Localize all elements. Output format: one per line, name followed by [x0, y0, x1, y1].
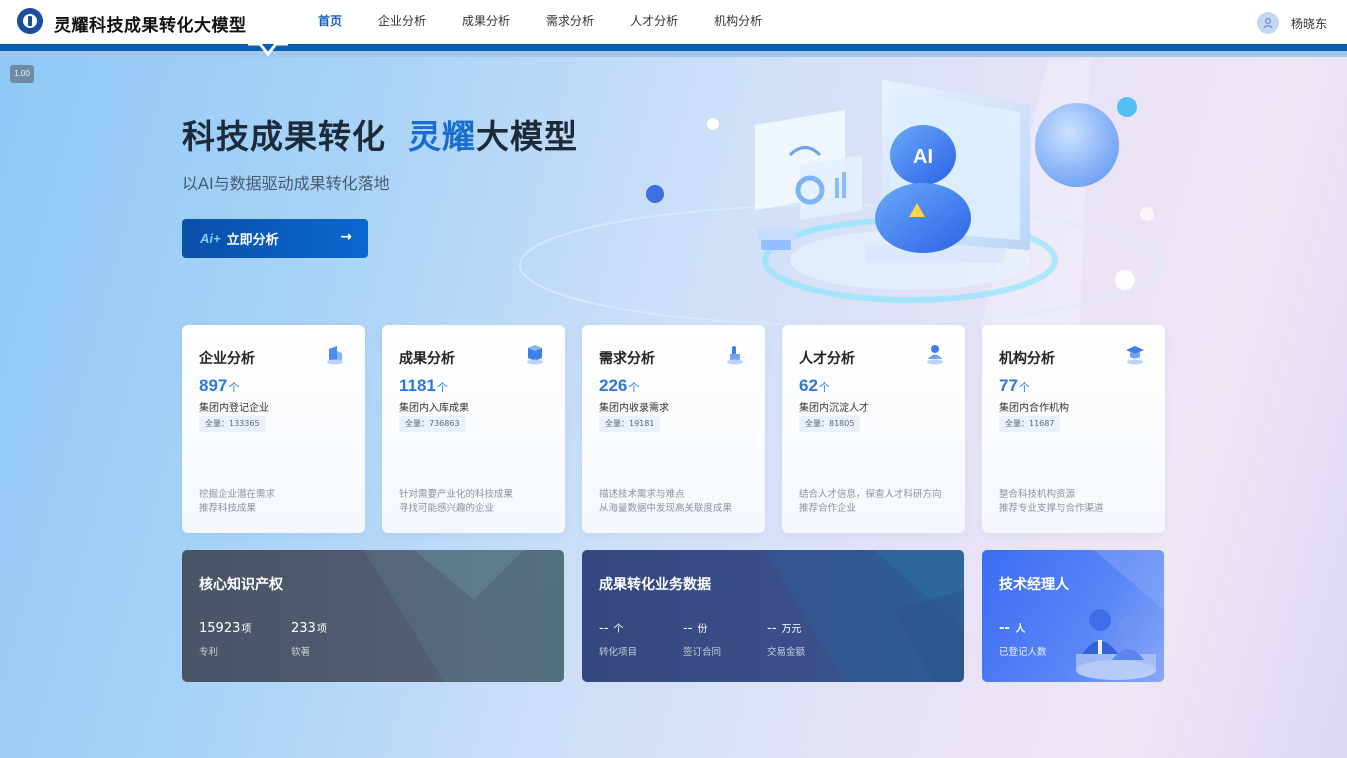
- card-description: 结合人才信息，探查人才科研方向 推荐合作企业: [799, 489, 942, 514]
- card-institution-analysis[interactable]: 机构分析 77个 集团内合作机构 全量：11687 整合科技机构资源 推荐专业支撑…: [982, 325, 1165, 533]
- hero-title-accent: 灵耀: [408, 117, 476, 156]
- card-enterprise-analysis[interactable]: 企业分析 897个 集团内登记企业 全量：133365 挖掘企业潜在需求 推荐科技…: [182, 325, 365, 533]
- cta-label: 立即分析: [226, 233, 279, 248]
- card-total-badge: 全量：11687: [999, 416, 1061, 432]
- nav-item-demand[interactable]: 需求分析: [528, 0, 612, 44]
- card-description: 挖掘企业潜在需求 推荐科技成果: [199, 489, 276, 514]
- nav-item-home[interactable]: 首页: [300, 0, 360, 44]
- user-menu[interactable]: 杨晓东: [1256, 12, 1327, 34]
- card-total-badge: 全量：736863: [399, 416, 466, 432]
- card-label: 集团内登记企业: [199, 403, 269, 414]
- panel-title: 核心知识产权: [199, 577, 283, 593]
- hero-title-part-b: 大模型: [476, 117, 578, 156]
- card-demand-analysis[interactable]: 需求分析 226个 集团内收录需求 全量：19181 描述技术需求与难点 从海量数…: [582, 325, 765, 533]
- card-talent-analysis[interactable]: 人才分析 62个 集团内沉淀人才 全量：81805 结合人才信息，探查人才科研方…: [782, 325, 965, 533]
- avatar[interactable]: [1256, 12, 1279, 34]
- card-total-badge: 全量：133365: [199, 416, 266, 432]
- nav-item-achievement[interactable]: 成果分析: [444, 0, 528, 44]
- zoom-badge: 1.00: [10, 65, 34, 83]
- stat-signed-contracts: -- 份 签订合同: [683, 621, 722, 658]
- header-band: [0, 44, 1347, 51]
- hand-icon: [727, 346, 743, 365]
- hero-title-part-a: 科技成果转化: [182, 117, 386, 156]
- panel-core-ip[interactable]: 核心知识产权 15923项 专利 233项 软著: [182, 550, 564, 682]
- panel-business-data[interactable]: 成果转化业务数据 -- 个 转化项目 -- 份 签订合同 -- 万元 交易金额: [582, 550, 964, 682]
- card-achievement-analysis[interactable]: 成果分析 1181个 集团内入库成果 全量：736863 针对需要产业化的科技成…: [382, 325, 565, 533]
- stat-registered-count: -- 人 已登记人数: [999, 621, 1047, 658]
- analyze-now-button[interactable]: Ai+ 立即分析 →: [182, 219, 368, 258]
- card-title: 人才分析: [799, 351, 855, 367]
- card-label: 集团内沉淀人才: [799, 403, 869, 414]
- nav-indicator: [248, 42, 288, 57]
- card-label: 集团内合作机构: [999, 403, 1069, 414]
- card-total-badge: 全量：19181: [599, 416, 661, 432]
- card-description: 针对需要产业化的科技成果 寻找可能感兴趣的企业: [399, 489, 514, 514]
- stat-patent: 15923项 专利: [199, 621, 252, 658]
- stat-transaction-amount: -- 万元 交易金额: [767, 621, 806, 658]
- panel-decoration: [764, 550, 964, 682]
- card-title: 需求分析: [599, 351, 655, 367]
- card-label: 集团内入库成果: [399, 403, 469, 414]
- card-count: 62个: [799, 376, 830, 395]
- card-description: 描述技术需求与难点 从海量数据中发现高关联度成果: [599, 489, 733, 514]
- nav-item-enterprise[interactable]: 企业分析: [360, 0, 444, 44]
- panel-title: 成果转化业务数据: [599, 577, 711, 593]
- stat-software-copyright: 233项 软著: [291, 621, 327, 658]
- panel-tech-manager[interactable]: 技术经理人 -- 人 已登记人数: [982, 550, 1164, 682]
- hero-subtitle: 以AI与数据驱动成果转化落地: [182, 174, 390, 193]
- main-nav: 首页 企业分析 成果分析 需求分析 人才分析 机构分析: [300, 0, 780, 44]
- nav-item-institution[interactable]: 机构分析: [696, 0, 780, 44]
- person-icon: [927, 345, 943, 365]
- nav-item-talent[interactable]: 人才分析: [612, 0, 696, 44]
- card-title: 成果分析: [399, 351, 455, 367]
- card-count: 77个: [999, 376, 1030, 395]
- top-navbar: 灵耀科技成果转化大模型 首页 企业分析 成果分析 需求分析 人才分析 机构分析 …: [0, 0, 1347, 44]
- card-label: 集团内收录需求: [599, 403, 669, 414]
- user-name: 杨晓东: [1290, 16, 1327, 31]
- cube-icon: [527, 345, 543, 365]
- card-description: 整合科技机构资源 推荐专业支撑与合作渠道: [999, 489, 1104, 514]
- hero-ai-text: AI: [913, 146, 933, 168]
- card-total-badge: 全量：81805: [799, 416, 861, 432]
- panel-title: 技术经理人: [999, 577, 1069, 593]
- logo-icon: [17, 8, 43, 34]
- building-icon: [327, 346, 343, 365]
- ai-plus-icon: Ai+: [200, 231, 221, 246]
- hero-title: 科技成果转化 灵耀大模型: [182, 110, 578, 158]
- card-title: 机构分析: [999, 351, 1055, 367]
- card-title: 企业分析: [199, 351, 255, 367]
- arrow-right-icon: →: [340, 229, 352, 245]
- graduation-cap-icon: [1126, 346, 1144, 365]
- app-title: 灵耀科技成果转化大模型: [54, 16, 247, 36]
- people-illustration-icon: [1076, 550, 1164, 680]
- card-count: 226个: [599, 376, 640, 395]
- hero-illustration: AI: [519, 60, 1161, 330]
- card-count: 897个: [199, 376, 240, 395]
- stat-conversion-projects: -- 个 转化项目: [599, 621, 638, 658]
- card-count: 1181个: [399, 376, 448, 395]
- panel-decoration: [364, 550, 564, 682]
- user-icon: [1263, 17, 1273, 29]
- header-band-light: [0, 51, 1347, 57]
